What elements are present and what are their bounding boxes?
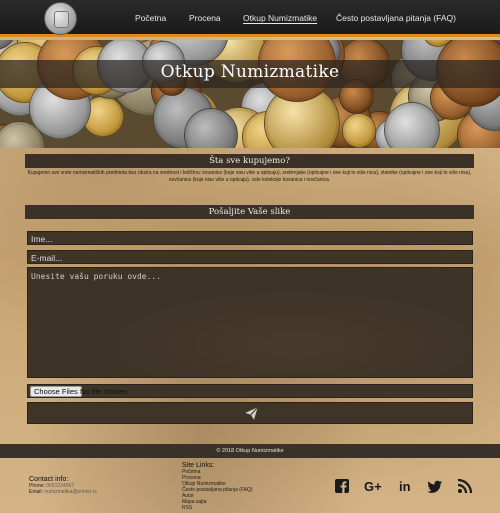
svg-text:G+: G+ [364, 479, 382, 494]
svg-text:in: in [399, 479, 411, 494]
facebook-icon[interactable] [334, 478, 350, 494]
google-plus-icon[interactable]: G+ [364, 478, 384, 494]
nav-item-faq[interactable]: Često postavljana pitanja (FAQ) [336, 13, 456, 23]
twitter-icon[interactable] [427, 478, 443, 494]
email-value[interactable]: numizmatika@primer.rs [44, 489, 97, 495]
coin-image [341, 113, 377, 148]
site-links-heading: Site Links: [182, 462, 215, 469]
file-upload-row: Choose Files No file chosen [27, 384, 473, 398]
send-button[interactable] [27, 402, 473, 424]
name-input[interactable]: Ime... [27, 231, 473, 245]
site-links: Site Links: Početna Procena Otkup Numizm… [182, 462, 253, 511]
banner-title: Otkup Numizmatike [160, 62, 340, 82]
hero-banner: Otkup Numizmatike [0, 40, 500, 148]
file-status-text: No file chosen [80, 387, 128, 396]
email-input[interactable]: E-mail... [27, 250, 473, 264]
nav-item-pocetna[interactable]: Početna [135, 13, 166, 23]
intro-text: Kupujemo sve vrste numizmatičkih predmet… [27, 170, 472, 183]
form-heading: Pošaljite Vaše slike [25, 205, 474, 219]
nav-item-procena[interactable]: Procena [189, 13, 221, 23]
message-textarea[interactable]: Unesite vašu poruku ovde... [27, 267, 473, 378]
copyright-bar: © 2018 Otkup Numizmatike [0, 444, 500, 458]
footer-link-rss[interactable]: RSS [182, 505, 253, 511]
paper-plane-icon [245, 406, 259, 420]
nav-item-otkup[interactable]: Otkup Numizmatike [243, 13, 317, 23]
intro-heading: Šta sve kupujemo? [25, 154, 474, 168]
contact-heading: Contact info: [29, 476, 69, 483]
top-navbar: Početna Procena Otkup Numizmatike Često … [0, 0, 500, 37]
email-label: Email: [29, 489, 43, 495]
linkedin-icon[interactable]: in [398, 478, 414, 494]
contact-info: Contact info: Phone: 0691234567 Email: n… [29, 476, 97, 495]
main-nav: Početna Procena Otkup Numizmatike Često … [0, 13, 500, 27]
rss-icon[interactable] [457, 478, 473, 494]
choose-files-button[interactable]: Choose Files [30, 386, 82, 397]
